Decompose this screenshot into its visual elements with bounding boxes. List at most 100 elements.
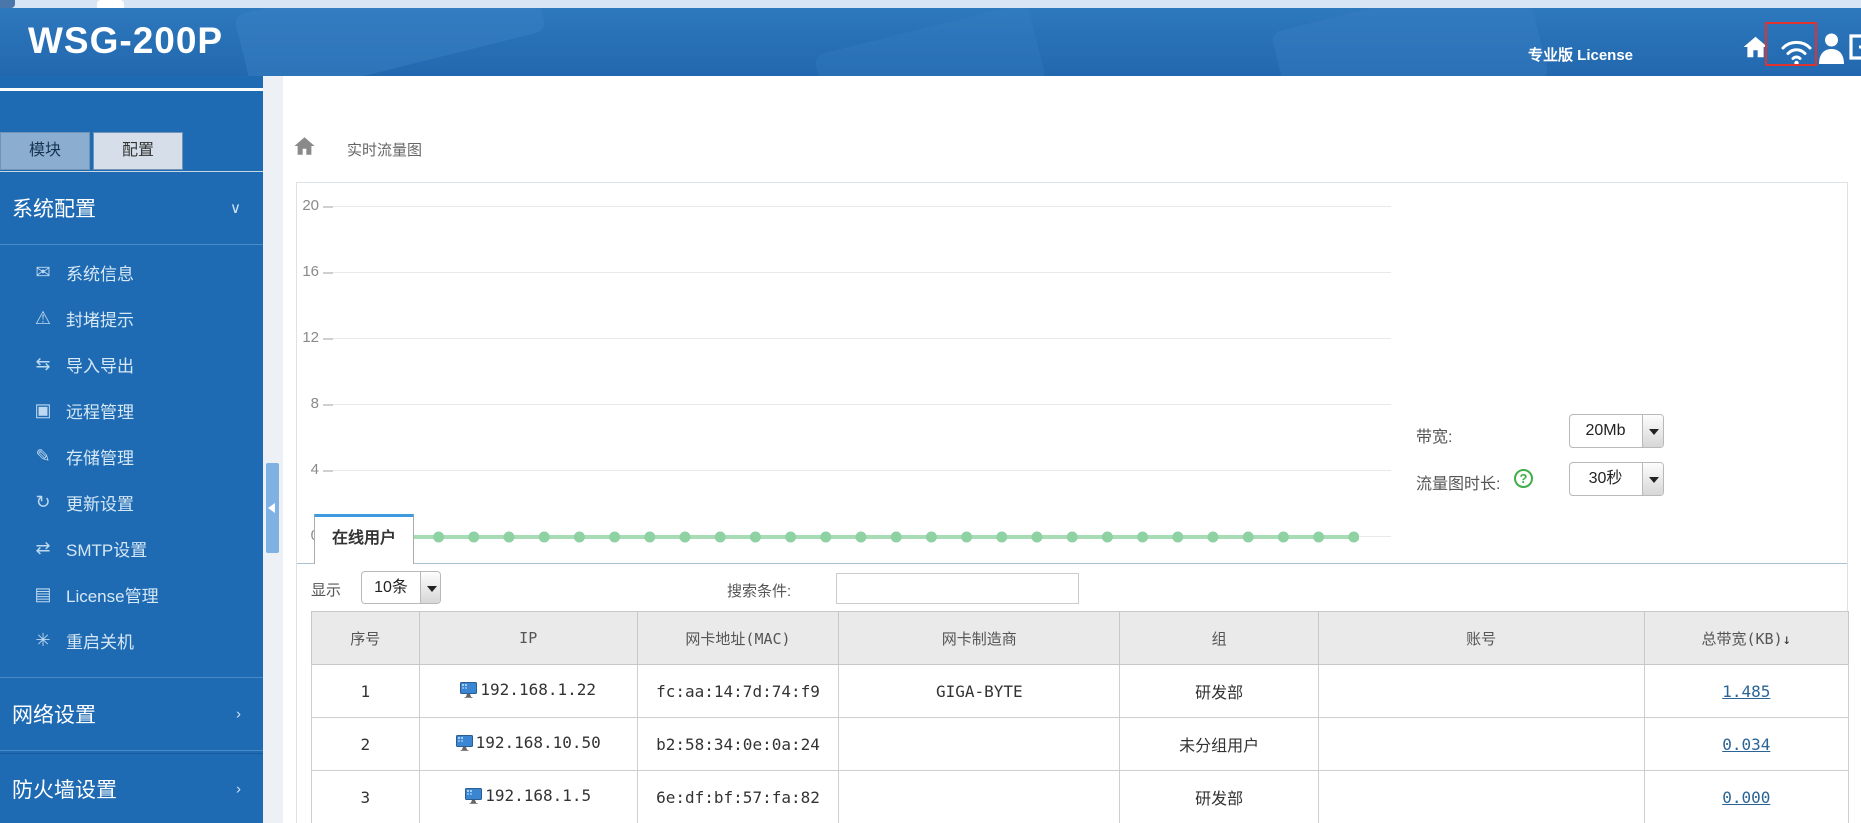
chart-tick xyxy=(323,206,333,208)
dropdown-arrow-icon[interactable] xyxy=(420,572,440,603)
bandwidth-select-value: 20Mb xyxy=(1585,422,1626,439)
table-row: 1 192.168.1.22 fc:aa:14:7d:74:f9 GIGA-BYTE 研… xyxy=(311,664,1850,718)
cell-bandwidth: 1.485 xyxy=(1643,664,1850,718)
chart-tick xyxy=(323,272,333,274)
chart-gridline xyxy=(323,470,1391,471)
chart-ytick-label: 12 xyxy=(302,329,319,346)
sidebar-item-label: 封堵提示 xyxy=(66,310,134,330)
sidebar-section-network-settings[interactable]: 网络设置 › xyxy=(0,677,263,751)
column-header[interactable]: IP xyxy=(418,611,638,665)
bandwidth-label: 带宽: xyxy=(1416,429,1453,446)
dropdown-arrow-icon[interactable] xyxy=(1642,415,1663,447)
bandwidth-link[interactable]: 0.034 xyxy=(1722,735,1770,754)
license-badge: 专业版 License xyxy=(1528,47,1634,64)
sidebar-item-8[interactable]: ▤ License管理 xyxy=(0,571,263,617)
dropdown-arrow-icon[interactable] xyxy=(1642,463,1663,495)
wifi-highlight-box xyxy=(1765,22,1817,66)
sidebar-item-label: 更新设置 xyxy=(66,494,134,514)
section-label: 网络设置 xyxy=(12,704,96,727)
column-header[interactable]: 组 xyxy=(1119,611,1319,665)
logout-icon[interactable] xyxy=(1849,34,1861,65)
bandwidth-link[interactable]: 0.000 xyxy=(1722,788,1770,807)
sidebar-item-9[interactable]: ✳ 重启关机 xyxy=(0,617,263,663)
column-header[interactable]: 账号 xyxy=(1317,611,1645,665)
bandwidth-link[interactable]: 1.485 xyxy=(1722,682,1770,701)
header-texture xyxy=(233,8,547,76)
column-header[interactable]: 网卡地址(MAC) xyxy=(636,611,840,665)
sidebar-item-label: SMTP设置 xyxy=(66,540,148,560)
sidebar-tab-modules[interactable]: 模块 xyxy=(0,132,90,170)
section-label: 防火墙设置 xyxy=(12,778,117,802)
sidebar-item-4[interactable]: ▣ 远程管理 xyxy=(0,387,263,433)
sidebar-gutter xyxy=(263,76,283,823)
warning-icon: ⚠ xyxy=(34,307,52,328)
cell-account xyxy=(1317,770,1645,823)
sidebar-item-3[interactable]: ⇆ 导入导出 xyxy=(0,341,263,387)
cell-account xyxy=(1317,717,1645,771)
traffic-panel: 201612840 带宽: 20Mb 流量图时长: ? 30秒 在线用户 显示 … xyxy=(296,182,1850,823)
chart-ytick-label: 20 xyxy=(302,197,319,214)
cell-group: 研发部 xyxy=(1119,664,1319,718)
cell-mac: b2:58:34:0e:0a:24 xyxy=(636,717,840,771)
sidebar-item-2[interactable]: ⚠ 封堵提示 xyxy=(0,295,263,341)
cell-vendor: GIGA-BYTE xyxy=(838,664,1121,718)
cell-ip: 192.168.1.22 xyxy=(418,664,638,718)
mail-icon: ✉ xyxy=(35,261,51,282)
sidebar-item-1[interactable]: ✉ 系统信息 xyxy=(0,249,263,295)
sidebar-item-6[interactable]: ↻ 更新设置 xyxy=(0,479,263,525)
table-row: 2 192.168.10.50 b2:58:34:0e:0a:24 未分组用户 0.03… xyxy=(311,717,1850,771)
page-size-select[interactable]: 10条 xyxy=(361,571,441,604)
chart-tick xyxy=(323,338,333,340)
help-icon[interactable]: ? xyxy=(1514,469,1533,488)
cell-mac: 6e:df:bf:57:fa:82 xyxy=(636,770,840,823)
cell-no: 1 xyxy=(311,664,420,718)
column-header[interactable]: 网卡制造商 xyxy=(838,611,1121,665)
search-input[interactable] xyxy=(836,573,1079,604)
traffic-line xyxy=(327,530,1360,549)
sort-desc-icon: ↓ xyxy=(1782,631,1792,648)
chart-ytick-label: 8 xyxy=(310,395,319,412)
computer-icon xyxy=(455,734,473,751)
app-logo: WSG-200P xyxy=(28,20,224,61)
online-users-table: 序号 IP 网卡地址(MAC) 网卡制造商组账号 总带宽(KB)↓ 1 192.168.1… xyxy=(311,611,1850,823)
sidebar-item-label: 存储管理 xyxy=(66,448,134,468)
cell-ip: 192.168.10.50 xyxy=(418,717,638,771)
column-header[interactable]: 总带宽(KB)↓ xyxy=(1643,611,1850,665)
wsg-200p-app: WSG-200P 专业版 License 模块 配置 系统配置 ∨ ✉ 系统信息… xyxy=(0,0,1861,823)
cell-bandwidth: 0.000 xyxy=(1643,770,1850,823)
tab-online-users[interactable]: 在线用户 xyxy=(314,514,414,564)
show-label: 显示 xyxy=(311,582,342,599)
sidebar-item-label: License管理 xyxy=(66,586,159,606)
bandwidth-select[interactable]: 20Mb xyxy=(1569,414,1664,448)
storage-icon: ✎ xyxy=(35,445,51,466)
sidebar-item-7[interactable]: ⇄ SMTP设置 xyxy=(0,525,263,571)
sidebar-item-label: 重启关机 xyxy=(66,632,134,652)
tab-bar-divider xyxy=(297,563,1847,564)
duration-select[interactable]: 30秒 xyxy=(1569,462,1664,496)
user-icon[interactable] xyxy=(1818,32,1845,69)
breadcrumb-home-icon[interactable] xyxy=(293,135,316,162)
chart-ytick-label: 16 xyxy=(302,263,319,280)
sidebar-item-5[interactable]: ✎ 存储管理 xyxy=(0,433,263,479)
cell-no: 3 xyxy=(311,770,420,823)
chevron-right-icon: › xyxy=(236,780,241,797)
sidebar-tab-config[interactable]: 配置 xyxy=(93,132,183,170)
sidebar-divider xyxy=(0,88,263,91)
sidebar-item-label: 导入导出 xyxy=(66,356,134,376)
sidebar-collapse-handle[interactable] xyxy=(266,463,279,553)
sidebar-item-label: 远程管理 xyxy=(66,402,134,422)
import-export-icon: ⇆ xyxy=(35,353,51,374)
browser-edge-button xyxy=(0,0,15,8)
update-icon: ↻ xyxy=(35,491,51,512)
chevron-down-icon: ∨ xyxy=(230,200,241,217)
chevron-right-icon: › xyxy=(236,705,241,723)
column-header[interactable]: 序号 xyxy=(311,611,420,665)
browser-edge-tab xyxy=(97,0,124,8)
page-title: 实时流量图 xyxy=(347,142,423,159)
sidebar-section-system-config[interactable]: 系统配置 ∨ xyxy=(0,172,263,245)
chart-ytick-label: 4 xyxy=(310,461,319,478)
browser-edge-strip xyxy=(0,0,1861,8)
cell-mac: fc:aa:14:7d:74:f9 xyxy=(636,664,840,718)
sidebar-section-firewall-settings[interactable]: 防火墙设置 › xyxy=(0,753,263,823)
cell-group: 研发部 xyxy=(1119,770,1319,823)
